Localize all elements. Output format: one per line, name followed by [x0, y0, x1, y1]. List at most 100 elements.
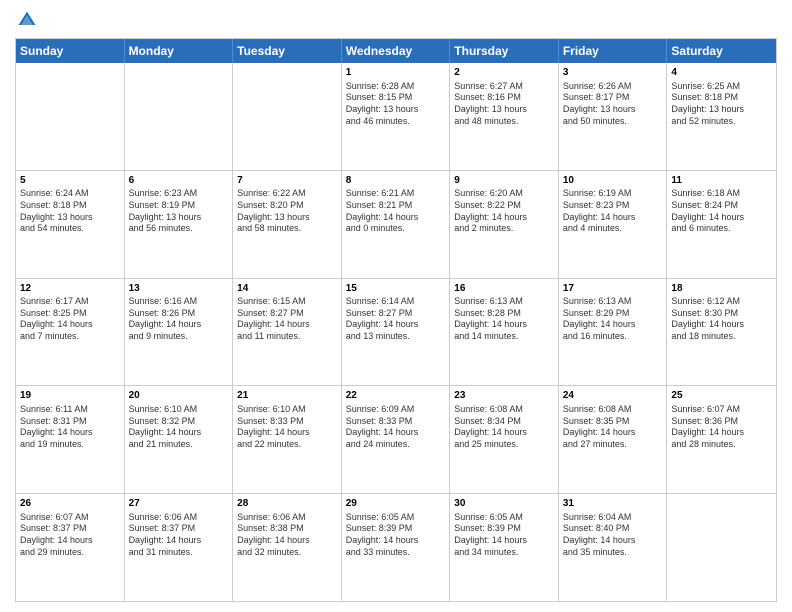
day-cell-24: 24Sunrise: 6:08 AM Sunset: 8:35 PM Dayli… [559, 386, 668, 493]
cell-date-number: 29 [346, 497, 446, 511]
cell-date-number: 11 [671, 174, 772, 188]
cell-date-number: 27 [129, 497, 229, 511]
cell-date-number: 4 [671, 66, 772, 80]
day-cell-25: 25Sunrise: 6:07 AM Sunset: 8:36 PM Dayli… [667, 386, 776, 493]
cell-date-number: 31 [563, 497, 663, 511]
cell-date-number: 23 [454, 389, 554, 403]
calendar-body: 1Sunrise: 6:28 AM Sunset: 8:15 PM Daylig… [16, 63, 776, 601]
day-cell-14: 14Sunrise: 6:15 AM Sunset: 8:27 PM Dayli… [233, 279, 342, 386]
cell-daylight-info: Sunrise: 6:07 AM Sunset: 8:36 PM Dayligh… [671, 404, 772, 451]
cell-daylight-info: Sunrise: 6:12 AM Sunset: 8:30 PM Dayligh… [671, 296, 772, 343]
cell-daylight-info: Sunrise: 6:26 AM Sunset: 8:17 PM Dayligh… [563, 81, 663, 128]
calendar-row-1: 5Sunrise: 6:24 AM Sunset: 8:18 PM Daylig… [16, 171, 776, 279]
day-cell-6: 6Sunrise: 6:23 AM Sunset: 8:19 PM Daylig… [125, 171, 234, 278]
cell-daylight-info: Sunrise: 6:16 AM Sunset: 8:26 PM Dayligh… [129, 296, 229, 343]
cell-daylight-info: Sunrise: 6:14 AM Sunset: 8:27 PM Dayligh… [346, 296, 446, 343]
day-cell-16: 16Sunrise: 6:13 AM Sunset: 8:28 PM Dayli… [450, 279, 559, 386]
day-cell-1: 1Sunrise: 6:28 AM Sunset: 8:15 PM Daylig… [342, 63, 451, 170]
cell-date-number: 12 [20, 282, 120, 296]
day-cell-31: 31Sunrise: 6:04 AM Sunset: 8:40 PM Dayli… [559, 494, 668, 601]
cell-daylight-info: Sunrise: 6:21 AM Sunset: 8:21 PM Dayligh… [346, 188, 446, 235]
cell-daylight-info: Sunrise: 6:28 AM Sunset: 8:15 PM Dayligh… [346, 81, 446, 128]
weekday-thursday: Thursday [450, 39, 559, 63]
day-cell-5: 5Sunrise: 6:24 AM Sunset: 8:18 PM Daylig… [16, 171, 125, 278]
empty-cell-0-0 [16, 63, 125, 170]
cell-daylight-info: Sunrise: 6:10 AM Sunset: 8:33 PM Dayligh… [237, 404, 337, 451]
cell-date-number: 6 [129, 174, 229, 188]
weekday-tuesday: Tuesday [233, 39, 342, 63]
day-cell-13: 13Sunrise: 6:16 AM Sunset: 8:26 PM Dayli… [125, 279, 234, 386]
cell-date-number: 21 [237, 389, 337, 403]
day-cell-10: 10Sunrise: 6:19 AM Sunset: 8:23 PM Dayli… [559, 171, 668, 278]
day-cell-4: 4Sunrise: 6:25 AM Sunset: 8:18 PM Daylig… [667, 63, 776, 170]
logo [15, 10, 39, 30]
cell-daylight-info: Sunrise: 6:06 AM Sunset: 8:37 PM Dayligh… [129, 512, 229, 559]
cell-daylight-info: Sunrise: 6:20 AM Sunset: 8:22 PM Dayligh… [454, 188, 554, 235]
weekday-wednesday: Wednesday [342, 39, 451, 63]
cell-daylight-info: Sunrise: 6:05 AM Sunset: 8:39 PM Dayligh… [346, 512, 446, 559]
day-cell-3: 3Sunrise: 6:26 AM Sunset: 8:17 PM Daylig… [559, 63, 668, 170]
cell-date-number: 3 [563, 66, 663, 80]
day-cell-12: 12Sunrise: 6:17 AM Sunset: 8:25 PM Dayli… [16, 279, 125, 386]
cell-daylight-info: Sunrise: 6:08 AM Sunset: 8:34 PM Dayligh… [454, 404, 554, 451]
day-cell-20: 20Sunrise: 6:10 AM Sunset: 8:32 PM Dayli… [125, 386, 234, 493]
cell-date-number: 5 [20, 174, 120, 188]
calendar-row-4: 26Sunrise: 6:07 AM Sunset: 8:37 PM Dayli… [16, 494, 776, 601]
day-cell-27: 27Sunrise: 6:06 AM Sunset: 8:37 PM Dayli… [125, 494, 234, 601]
cell-date-number: 8 [346, 174, 446, 188]
cell-daylight-info: Sunrise: 6:19 AM Sunset: 8:23 PM Dayligh… [563, 188, 663, 235]
day-cell-15: 15Sunrise: 6:14 AM Sunset: 8:27 PM Dayli… [342, 279, 451, 386]
day-cell-9: 9Sunrise: 6:20 AM Sunset: 8:22 PM Daylig… [450, 171, 559, 278]
cell-date-number: 14 [237, 282, 337, 296]
day-cell-22: 22Sunrise: 6:09 AM Sunset: 8:33 PM Dayli… [342, 386, 451, 493]
cell-daylight-info: Sunrise: 6:23 AM Sunset: 8:19 PM Dayligh… [129, 188, 229, 235]
day-cell-29: 29Sunrise: 6:05 AM Sunset: 8:39 PM Dayli… [342, 494, 451, 601]
cell-date-number: 15 [346, 282, 446, 296]
cell-date-number: 7 [237, 174, 337, 188]
weekday-sunday: Sunday [16, 39, 125, 63]
cell-daylight-info: Sunrise: 6:13 AM Sunset: 8:29 PM Dayligh… [563, 296, 663, 343]
day-cell-7: 7Sunrise: 6:22 AM Sunset: 8:20 PM Daylig… [233, 171, 342, 278]
day-cell-8: 8Sunrise: 6:21 AM Sunset: 8:21 PM Daylig… [342, 171, 451, 278]
cell-daylight-info: Sunrise: 6:22 AM Sunset: 8:20 PM Dayligh… [237, 188, 337, 235]
calendar-header: SundayMondayTuesdayWednesdayThursdayFrid… [16, 39, 776, 63]
cell-daylight-info: Sunrise: 6:24 AM Sunset: 8:18 PM Dayligh… [20, 188, 120, 235]
cell-daylight-info: Sunrise: 6:15 AM Sunset: 8:27 PM Dayligh… [237, 296, 337, 343]
day-cell-26: 26Sunrise: 6:07 AM Sunset: 8:37 PM Dayli… [16, 494, 125, 601]
cell-date-number: 26 [20, 497, 120, 511]
cell-date-number: 9 [454, 174, 554, 188]
page-header [15, 10, 777, 30]
cell-daylight-info: Sunrise: 6:07 AM Sunset: 8:37 PM Dayligh… [20, 512, 120, 559]
day-cell-28: 28Sunrise: 6:06 AM Sunset: 8:38 PM Dayli… [233, 494, 342, 601]
day-cell-2: 2Sunrise: 6:27 AM Sunset: 8:16 PM Daylig… [450, 63, 559, 170]
calendar-row-2: 12Sunrise: 6:17 AM Sunset: 8:25 PM Dayli… [16, 279, 776, 387]
cell-date-number: 30 [454, 497, 554, 511]
cell-date-number: 18 [671, 282, 772, 296]
cell-daylight-info: Sunrise: 6:09 AM Sunset: 8:33 PM Dayligh… [346, 404, 446, 451]
empty-cell-0-2 [233, 63, 342, 170]
cell-date-number: 2 [454, 66, 554, 80]
day-cell-11: 11Sunrise: 6:18 AM Sunset: 8:24 PM Dayli… [667, 171, 776, 278]
cell-date-number: 17 [563, 282, 663, 296]
cell-date-number: 16 [454, 282, 554, 296]
empty-cell-0-1 [125, 63, 234, 170]
cell-date-number: 24 [563, 389, 663, 403]
calendar-row-3: 19Sunrise: 6:11 AM Sunset: 8:31 PM Dayli… [16, 386, 776, 494]
cell-date-number: 10 [563, 174, 663, 188]
cell-daylight-info: Sunrise: 6:13 AM Sunset: 8:28 PM Dayligh… [454, 296, 554, 343]
calendar-page: SundayMondayTuesdayWednesdayThursdayFrid… [0, 0, 792, 612]
cell-daylight-info: Sunrise: 6:18 AM Sunset: 8:24 PM Dayligh… [671, 188, 772, 235]
day-cell-19: 19Sunrise: 6:11 AM Sunset: 8:31 PM Dayli… [16, 386, 125, 493]
calendar-row-0: 1Sunrise: 6:28 AM Sunset: 8:15 PM Daylig… [16, 63, 776, 171]
cell-date-number: 1 [346, 66, 446, 80]
cell-date-number: 28 [237, 497, 337, 511]
calendar: SundayMondayTuesdayWednesdayThursdayFrid… [15, 38, 777, 602]
cell-date-number: 13 [129, 282, 229, 296]
cell-date-number: 19 [20, 389, 120, 403]
cell-daylight-info: Sunrise: 6:06 AM Sunset: 8:38 PM Dayligh… [237, 512, 337, 559]
cell-daylight-info: Sunrise: 6:10 AM Sunset: 8:32 PM Dayligh… [129, 404, 229, 451]
cell-daylight-info: Sunrise: 6:05 AM Sunset: 8:39 PM Dayligh… [454, 512, 554, 559]
day-cell-23: 23Sunrise: 6:08 AM Sunset: 8:34 PM Dayli… [450, 386, 559, 493]
weekday-friday: Friday [559, 39, 668, 63]
cell-daylight-info: Sunrise: 6:25 AM Sunset: 8:18 PM Dayligh… [671, 81, 772, 128]
